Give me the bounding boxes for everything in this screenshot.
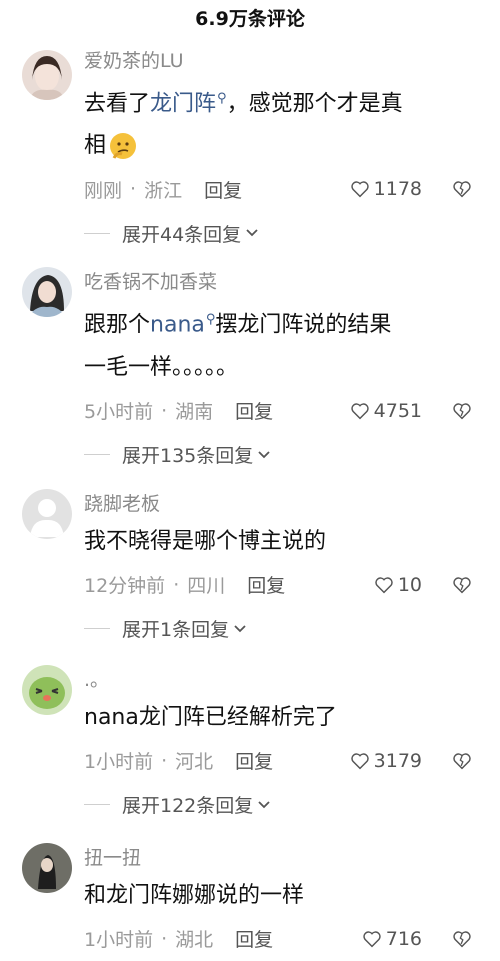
reply-button[interactable]: 回复 bbox=[235, 747, 273, 774]
expand-replies-label: 展开1条回复 bbox=[122, 619, 230, 642]
comment-username[interactable]: 爱奶茶的LU bbox=[84, 44, 482, 78]
search-icon[interactable]: ⚲ bbox=[217, 91, 227, 106]
comment-username[interactable]: 跷脚老板 bbox=[84, 487, 482, 521]
meta-separator: · bbox=[161, 749, 168, 772]
comment-text-part: 一毛一样。。。。。 bbox=[84, 354, 239, 380]
like-button[interactable]: 4751 bbox=[350, 400, 422, 422]
heart-outline-icon bbox=[375, 577, 393, 594]
like-button[interactable]: 10 bbox=[374, 574, 422, 596]
heart-outline-icon bbox=[350, 403, 369, 420]
broken-heart-icon bbox=[453, 931, 471, 948]
avatar[interactable] bbox=[22, 664, 72, 715]
broken-heart-icon bbox=[453, 577, 471, 594]
comment-item: 吃香锅不加香菜 跟那个nana⚲摆龙门阵说的结果 一毛一样。。。。。 5小时前 … bbox=[0, 265, 500, 476]
reply-button[interactable]: 回复 bbox=[235, 925, 273, 952]
comment-meta: 1小时前 · 河北 回复 3179 bbox=[84, 739, 482, 783]
like-count: 10 bbox=[397, 573, 422, 596]
comment-username[interactable]: 扭一扭 bbox=[84, 841, 482, 875]
divider bbox=[84, 628, 110, 630]
dislike-button[interactable] bbox=[452, 180, 472, 198]
like-count: 1178 bbox=[373, 178, 422, 201]
comment-time: 刚刚 bbox=[84, 179, 123, 202]
chevron-down-icon bbox=[234, 625, 246, 632]
chevron-down-icon bbox=[258, 451, 270, 458]
divider bbox=[84, 804, 110, 806]
comment-username[interactable]: .。 bbox=[84, 663, 482, 697]
comment-location: 河北 bbox=[175, 751, 214, 774]
dislike-button[interactable] bbox=[452, 576, 472, 594]
chevron-down-icon bbox=[258, 801, 270, 808]
heart-outline-icon bbox=[363, 931, 381, 948]
like-count: 4751 bbox=[373, 399, 422, 422]
expand-replies-button[interactable]: 展开1条回复 bbox=[84, 607, 482, 651]
expand-replies-label: 展开122条回复 bbox=[122, 795, 254, 818]
divider bbox=[84, 454, 110, 456]
like-button[interactable]: 3179 bbox=[350, 750, 422, 772]
comment-meta: 5小时前 · 湖南 回复 4751 bbox=[84, 389, 482, 433]
dislike-button[interactable] bbox=[452, 930, 472, 948]
comment-location: 湖北 bbox=[175, 929, 214, 952]
broken-heart-icon bbox=[453, 181, 471, 198]
comments-count-title: 6.9万条评论 bbox=[195, 8, 305, 30]
broken-heart-icon bbox=[453, 753, 471, 770]
like-button[interactable]: 1178 bbox=[350, 178, 422, 200]
comment-meta: 刚刚 · 浙江 回复 1178 bbox=[84, 167, 482, 211]
comment-location: 四川 bbox=[187, 575, 226, 598]
expand-replies-button[interactable]: 展开135条回复 bbox=[84, 433, 482, 477]
reply-button[interactable]: 回复 bbox=[204, 176, 242, 203]
comment-time: 1小时前 bbox=[84, 929, 154, 952]
meta-separator: · bbox=[161, 399, 168, 422]
search-link[interactable]: 龙门阵 bbox=[150, 91, 216, 116]
like-count: 3179 bbox=[373, 749, 422, 772]
like-button[interactable]: 716 bbox=[362, 928, 422, 950]
comment-text: 和龙门阵娜娜说的一样 bbox=[84, 882, 305, 908]
comment-time: 12分钟前 bbox=[84, 575, 166, 598]
comment-item: .。 nana龙门阵已经解析完了 1小时前 · 河北 回复 3179 展开122… bbox=[0, 663, 500, 827]
broken-heart-icon bbox=[453, 403, 471, 420]
avatar[interactable] bbox=[22, 50, 72, 100]
meta-separator: · bbox=[130, 178, 137, 201]
search-icon[interactable]: ⚲ bbox=[206, 312, 216, 327]
like-count: 716 bbox=[385, 927, 422, 950]
meta-separator: · bbox=[173, 573, 180, 596]
thinking-emoji-icon bbox=[110, 133, 137, 160]
comment-item: 爱奶茶的LU 去看了龙门阵⚲，感觉那个才是真 相 刚刚 · 浙江 回复 1178… bbox=[0, 44, 500, 255]
comment-location: 湖南 bbox=[175, 401, 214, 424]
chevron-down-icon bbox=[246, 229, 258, 237]
avatar[interactable] bbox=[22, 488, 72, 539]
comment-time: 5小时前 bbox=[84, 401, 154, 424]
comment-meta: 1小时前 · 湖北 回复 716 bbox=[84, 917, 482, 961]
comment-text-part: 去看了 bbox=[84, 91, 151, 117]
comment-item: 跷脚老板 我不晓得是哪个博主说的 12分钟前 · 四川 回复 10 展开1条回复 bbox=[0, 487, 500, 651]
comment-text-part: 摆龙门阵说的结果 bbox=[215, 312, 392, 338]
dislike-button[interactable] bbox=[452, 402, 472, 420]
comment-meta: 12分钟前 · 四川 回复 10 bbox=[84, 563, 482, 607]
comment-text: 去看了龙门阵⚲，感觉那个才是真 相 bbox=[84, 78, 482, 167]
expand-replies-label: 展开44条回复 bbox=[122, 223, 242, 246]
comment-text: nana龙门阵已经解析完了 bbox=[84, 704, 337, 730]
expand-replies-button[interactable]: 展开122条回复 bbox=[84, 783, 482, 827]
comment-username[interactable]: 吃香锅不加香菜 bbox=[84, 265, 482, 299]
comment-text-part: 相 bbox=[84, 133, 107, 159]
comment-item: 扭一扭 和龙门阵娜娜说的一样 1小时前 · 湖北 回复 716 bbox=[0, 841, 500, 961]
avatar[interactable] bbox=[22, 842, 72, 893]
heart-outline-icon bbox=[350, 181, 369, 198]
comment-location: 浙江 bbox=[144, 179, 183, 202]
comment-time: 1小时前 bbox=[84, 751, 154, 774]
reply-button[interactable]: 回复 bbox=[235, 397, 273, 424]
expand-replies-label: 展开135条回复 bbox=[122, 445, 254, 468]
comment-text-part: ，感觉那个才是真 bbox=[226, 91, 403, 117]
dislike-button[interactable] bbox=[452, 752, 472, 770]
divider bbox=[84, 232, 110, 234]
comment-text-part: 跟那个 bbox=[84, 312, 151, 338]
reply-button[interactable]: 回复 bbox=[247, 571, 285, 598]
comment-text: 我不晓得是哪个博主说的 bbox=[84, 528, 327, 554]
meta-separator: · bbox=[161, 927, 168, 950]
expand-replies-button[interactable]: 展开44条回复 bbox=[84, 211, 482, 255]
comment-text: 跟那个nana⚲摆龙门阵说的结果 一毛一样。。。。。 bbox=[84, 299, 482, 388]
heart-outline-icon bbox=[350, 753, 369, 770]
search-link[interactable]: nana bbox=[150, 313, 205, 338]
avatar[interactable] bbox=[22, 267, 72, 318]
